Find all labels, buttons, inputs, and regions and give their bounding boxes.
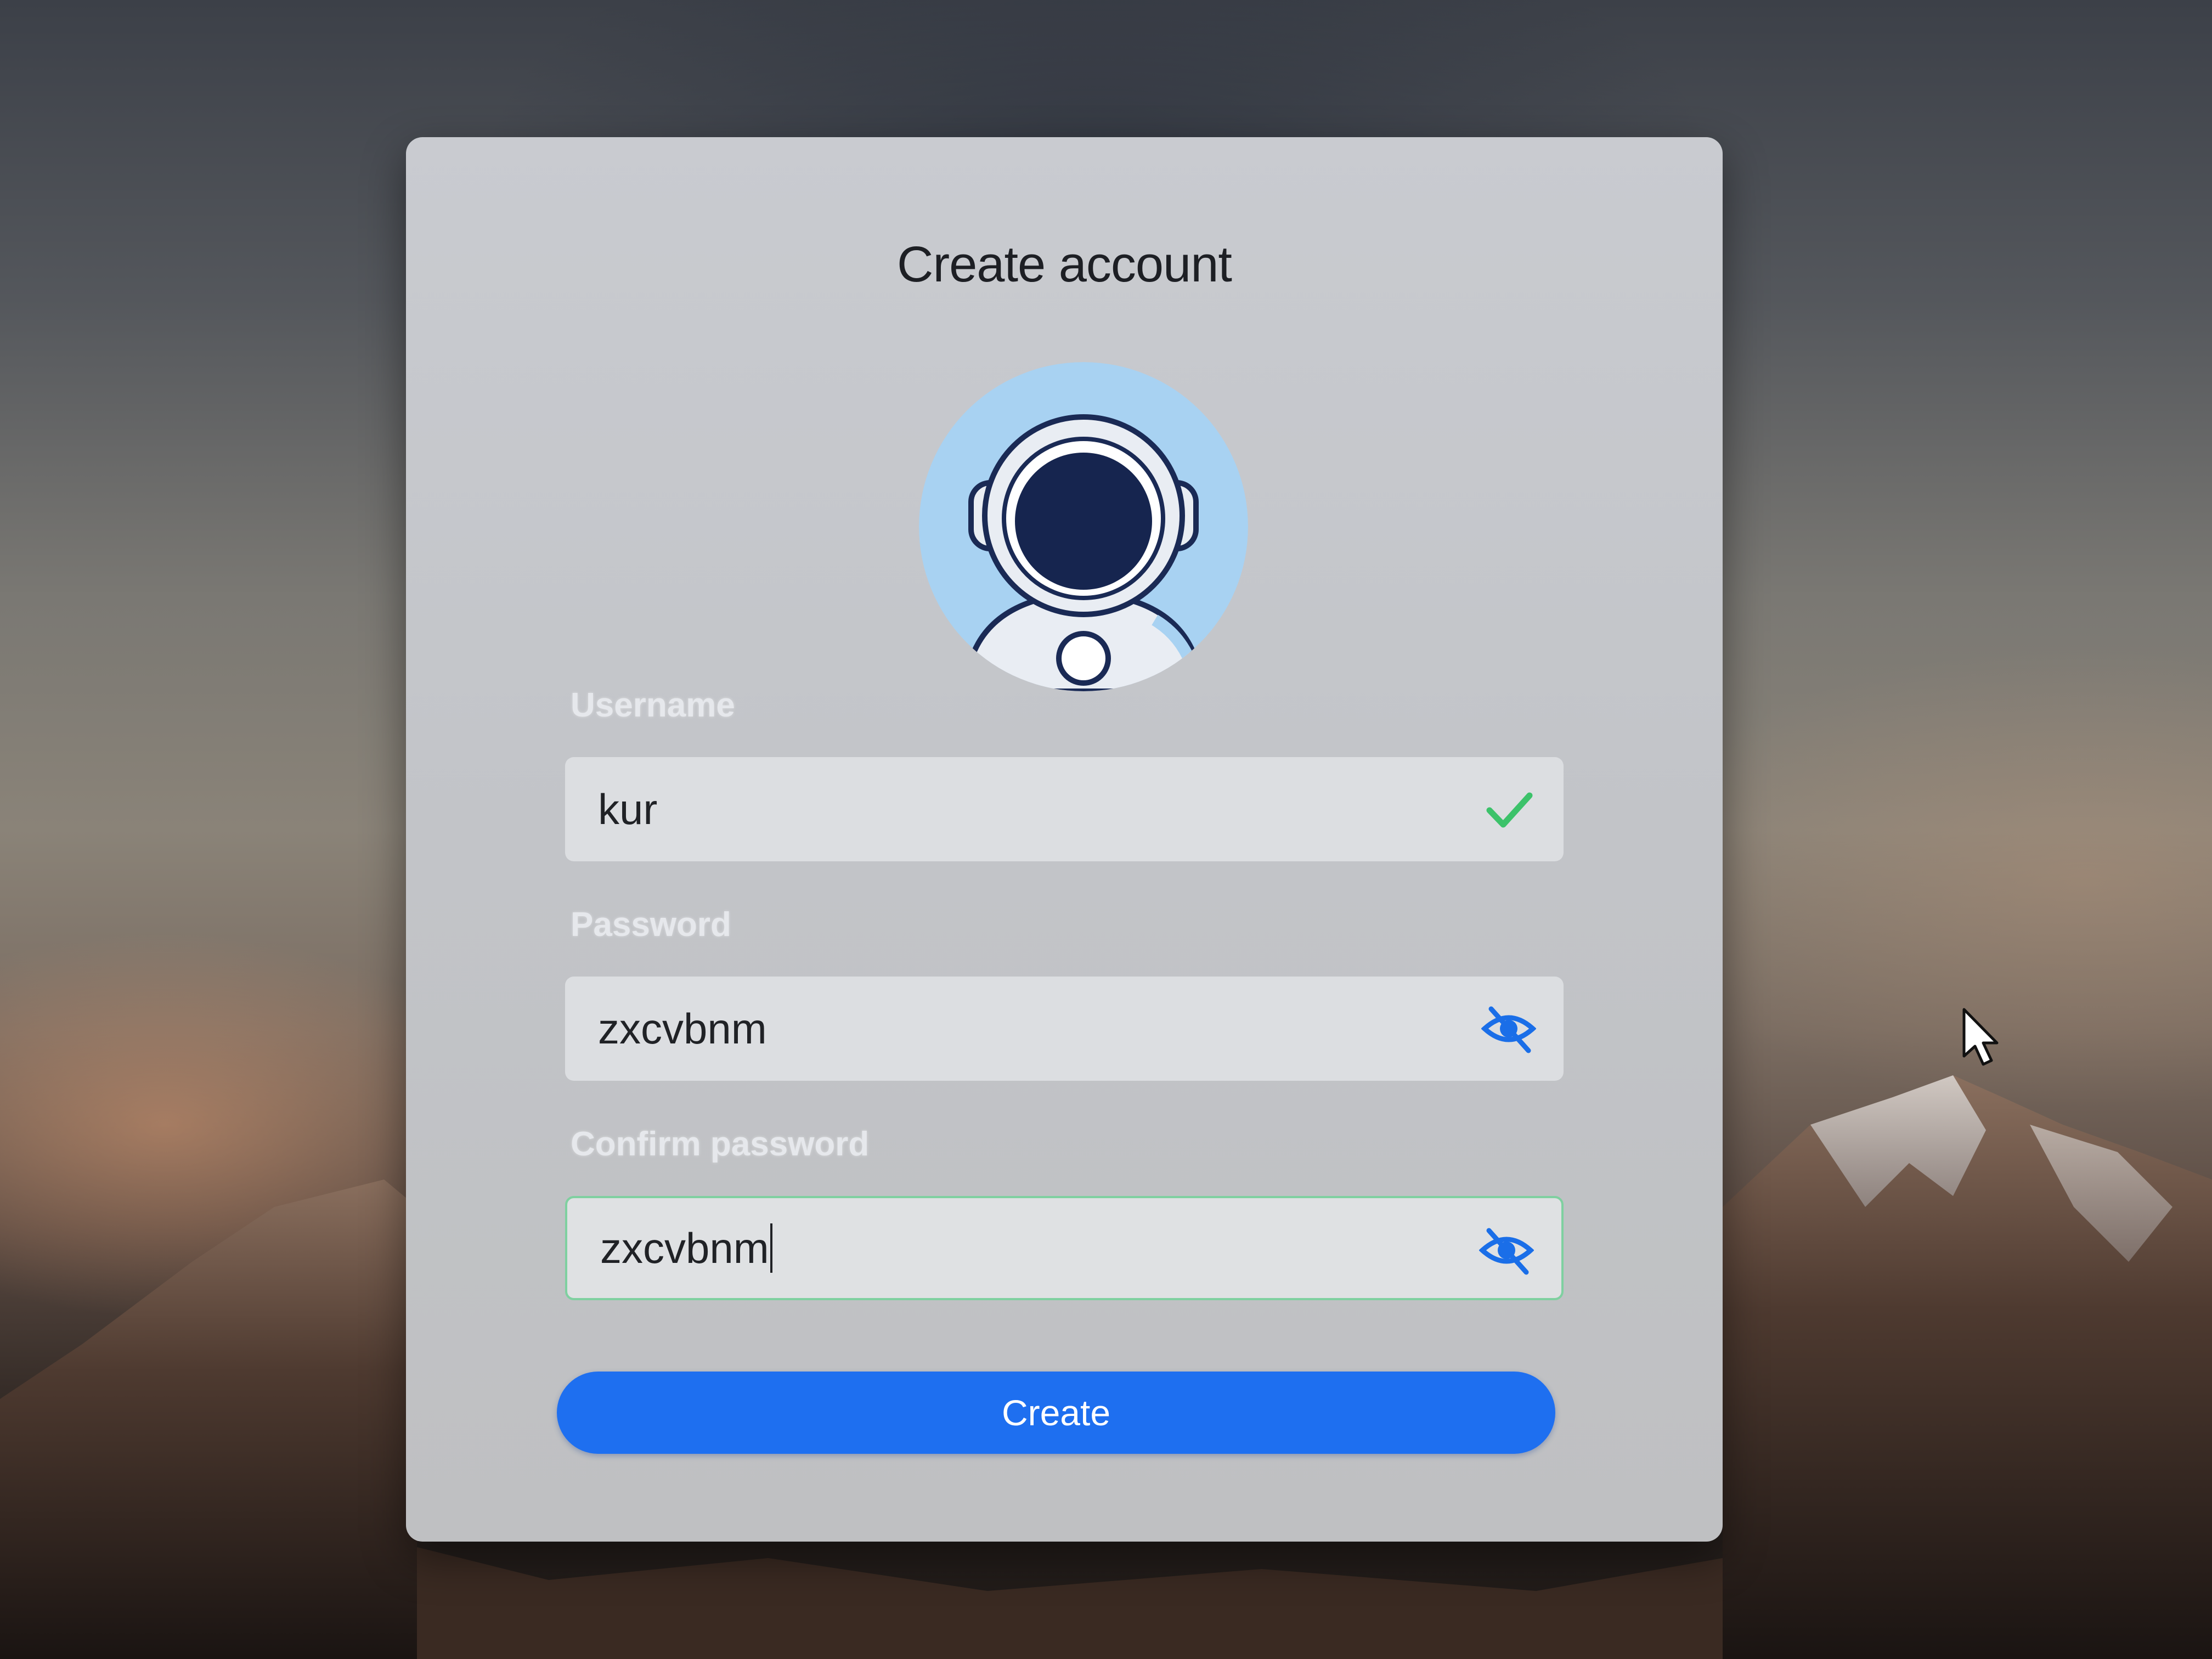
text-caret — [770, 1223, 772, 1273]
confirm-password-input-value: zxcvbnm — [600, 1198, 772, 1298]
password-input-value: zxcvbnm — [598, 1004, 767, 1053]
username-input-value: kur — [598, 785, 658, 833]
eye-off-icon[interactable] — [1479, 1223, 1534, 1278]
astronaut-avatar-icon[interactable] — [919, 362, 1248, 691]
username-field[interactable]: kur — [565, 757, 1564, 861]
create-button[interactable]: Create — [557, 1372, 1555, 1454]
mouse-pointer-icon — [1962, 1008, 1999, 1066]
create-account-dialog: Create account Username kur Password zxc… — [406, 137, 1723, 1542]
username-label: Username — [571, 686, 735, 724]
password-field[interactable]: zxcvbnm — [565, 977, 1564, 1081]
confirm-password-field[interactable]: zxcvbnm — [565, 1196, 1564, 1300]
check-icon — [1486, 792, 1533, 828]
password-label: Password — [571, 906, 731, 944]
dialog-title: Create account — [897, 236, 1232, 292]
eye-off-icon[interactable] — [1481, 1001, 1536, 1056]
confirm-password-text: zxcvbnm — [600, 1223, 769, 1272]
confirm-password-label: Confirm password — [571, 1125, 870, 1163]
